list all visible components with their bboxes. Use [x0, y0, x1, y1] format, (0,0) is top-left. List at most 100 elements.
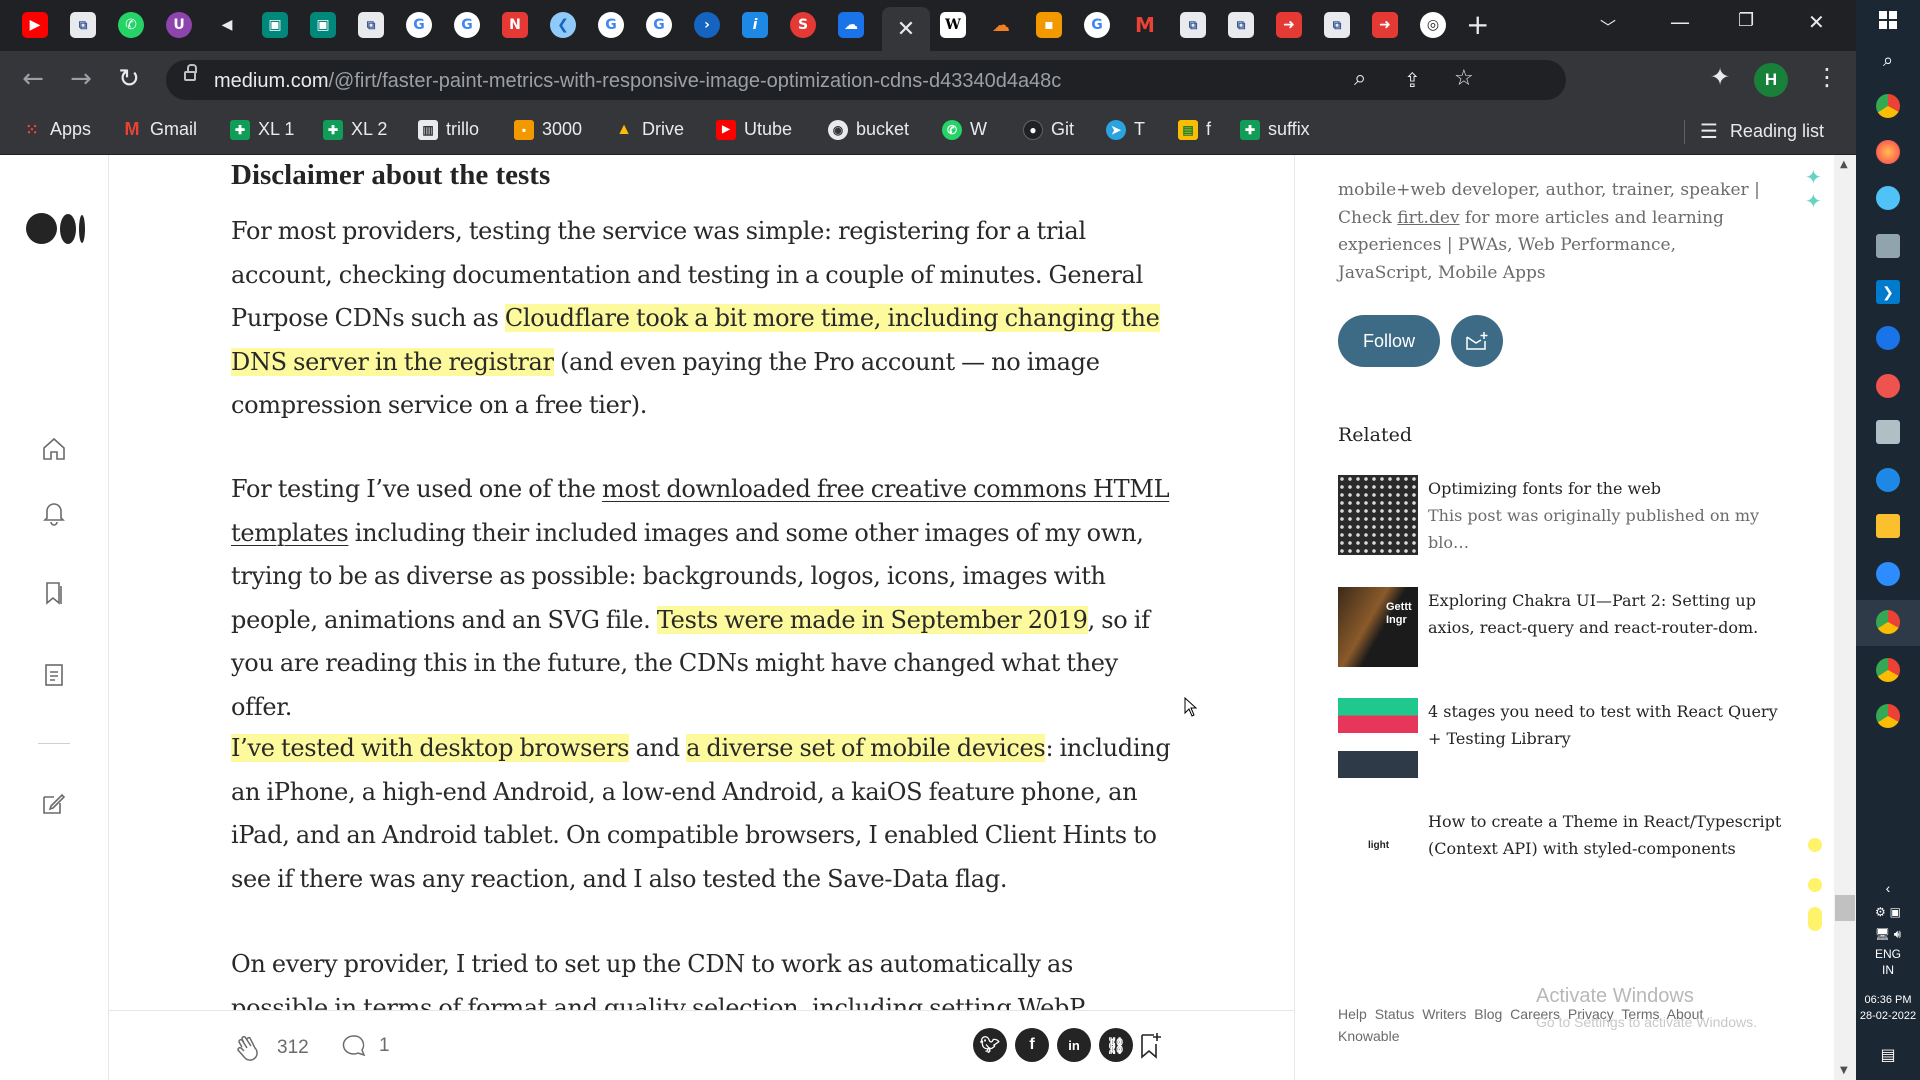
chrome-profile-icon-3[interactable]	[1876, 704, 1900, 728]
tab-orange[interactable]: ▪	[1036, 12, 1062, 38]
zoom-icon[interactable]: ⌕	[1354, 66, 1366, 91]
url-text[interactable]: medium.com/@firt/faster-paint-metrics-wi…	[214, 70, 1061, 93]
bookmark-3000[interactable]: ▪ 3000	[514, 119, 582, 140]
highlight[interactable]: I’ve tested with desktop browsers	[231, 734, 630, 762]
tab-cloud[interactable]: ☁	[838, 12, 864, 38]
tab-chrome[interactable]: ◎	[1420, 12, 1446, 38]
minimize-button[interactable]: —	[1670, 10, 1690, 34]
tab-google-2[interactable]: G	[454, 12, 480, 38]
language-indicator[interactable]: ENG IN	[1856, 946, 1920, 978]
tab-whatsapp[interactable]: ✆	[118, 12, 144, 38]
chevron-left-icon[interactable]: ‹	[1876, 876, 1900, 900]
maps-icon[interactable]	[1876, 326, 1900, 350]
extensions-icon[interactable]: ✦	[1710, 63, 1730, 91]
responses-button[interactable]: 1	[341, 1033, 390, 1059]
tab-page[interactable]: ⧉	[70, 12, 96, 38]
bookmark-drive[interactable]: ▲ Drive	[614, 119, 684, 140]
related-title[interactable]: How to create a Theme in React/Typescrip…	[1428, 808, 1788, 862]
highlight[interactable]: a diverse set of mobile devices	[686, 734, 1046, 762]
firt-dev-link[interactable]: firt.dev	[1397, 208, 1459, 228]
related-thumbnail[interactable]: Gettt Ingr	[1338, 587, 1418, 667]
bookmark-apps[interactable]: ⁙ Apps	[22, 119, 91, 140]
scroll-up-arrow-icon[interactable]: ▲	[1840, 159, 1848, 170]
forward-button[interactable]: →	[65, 63, 97, 95]
network-volume-icon[interactable]: 🖥︎ 🔊︎	[1868, 922, 1908, 946]
tab-google-4[interactable]: G	[646, 12, 672, 38]
windows-start-icon[interactable]	[1876, 8, 1900, 32]
bookmarks-icon[interactable]	[40, 579, 68, 607]
tab-s[interactable]: S	[790, 12, 816, 38]
write-icon[interactable]	[40, 789, 68, 817]
tab-search-icon[interactable]: ﹀	[1600, 14, 1616, 38]
medium-logo[interactable]	[26, 213, 85, 244]
tab-red-arrow[interactable]: ➜	[1276, 12, 1302, 38]
tray-icons[interactable]: ⚙ ▣	[1868, 900, 1908, 924]
twitter-share-button[interactable]: 🐦︎	[973, 1028, 1007, 1062]
lock-icon[interactable]	[184, 64, 197, 81]
footer-help[interactable]: Help	[1338, 1006, 1367, 1022]
save-bookmark-button[interactable]	[1137, 1030, 1165, 1065]
tab-page-3[interactable]: ⧉	[1180, 12, 1206, 38]
bookmark-xl2[interactable]: ✚ XL 2	[323, 119, 387, 140]
related-thumbnail[interactable]: light	[1338, 808, 1418, 888]
page-scrollbar[interactable]: ▲ ▼	[1834, 155, 1856, 1080]
restore-button[interactable]: ❐	[1738, 10, 1754, 31]
bookmark-t[interactable]: ➤ T	[1106, 119, 1145, 140]
app-icon[interactable]	[1876, 186, 1900, 210]
close-tab-icon[interactable]: ✕	[897, 17, 915, 42]
clock[interactable]: 06:36 PM 28-02-2022	[1856, 992, 1920, 1024]
copy-link-button[interactable]: ⛓	[1099, 1028, 1133, 1062]
tab-page-2[interactable]: ⧉	[358, 12, 384, 38]
profile-avatar[interactable]: H	[1754, 63, 1788, 97]
close-window-button[interactable]: ✕	[1808, 10, 1825, 34]
bookmark-gmail[interactable]: M Gmail	[122, 119, 198, 140]
reload-button[interactable]: ↻	[113, 63, 145, 95]
new-tab-button[interactable]: +	[1466, 8, 1489, 41]
tab-info[interactable]: i	[742, 12, 768, 38]
bookmark-star-icon[interactable]: ☆	[1454, 66, 1474, 91]
linkedin-share-button[interactable]: in	[1057, 1028, 1091, 1062]
notifications-icon[interactable]: ▤	[1876, 1042, 1900, 1066]
file-explorer-icon[interactable]	[1876, 514, 1900, 538]
home-icon[interactable]	[40, 435, 68, 463]
address-bar[interactable]: medium.com/@firt/faster-paint-metrics-wi…	[166, 60, 1566, 100]
search-icon[interactable]: ⌕	[1876, 48, 1900, 72]
tab-back[interactable]: ❮	[550, 12, 576, 38]
stories-icon[interactable]	[40, 661, 68, 689]
tab-cloudflare[interactable]: ☁	[988, 12, 1014, 38]
chrome-profile-icon[interactable]	[1876, 610, 1900, 634]
notes-icon[interactable]	[1876, 420, 1900, 444]
zoom-app-icon[interactable]	[1876, 562, 1900, 586]
tab-meet-2[interactable]: ▣	[310, 12, 336, 38]
subscribe-email-button[interactable]	[1451, 315, 1503, 367]
highlight[interactable]: Tests were made in September 2019	[656, 605, 1088, 634]
tab-audio[interactable]: ◀	[214, 12, 240, 38]
tab-google[interactable]: G	[406, 12, 432, 38]
chrome-profile-icon-2[interactable]	[1876, 658, 1900, 682]
related-title[interactable]: Optimizing fonts for the web	[1428, 479, 1661, 498]
tab-google-5[interactable]: G	[1084, 12, 1110, 38]
related-title[interactable]: 4 stages you need to test with React Que…	[1428, 698, 1788, 752]
bookmark-trillo[interactable]: ▥ trillo	[418, 119, 479, 140]
follow-button[interactable]: Follow	[1338, 315, 1440, 367]
tab-gmail[interactable]: M	[1132, 12, 1158, 38]
tab-red-arrow-2[interactable]: ➜	[1372, 12, 1398, 38]
facebook-share-button[interactable]: f	[1015, 1028, 1049, 1062]
active-tab[interactable]: ✕	[882, 7, 930, 51]
bookmark-utube[interactable]: ▶ Utube	[716, 119, 792, 140]
tab-page-5[interactable]: ⧉	[1324, 12, 1350, 38]
bookmark-suffix[interactable]: ✚ suffix	[1240, 119, 1310, 140]
tab-page-4[interactable]: ⧉	[1228, 12, 1254, 38]
chrome-icon[interactable]	[1876, 94, 1900, 118]
tab-blue-arrow[interactable]: ›	[694, 12, 720, 38]
related-title[interactable]: Exploring Chakra UI—Part 2: Setting up a…	[1428, 587, 1788, 641]
related-thumbnail[interactable]	[1338, 475, 1418, 555]
tab-meet[interactable]: ▣	[262, 12, 288, 38]
bookmark-bucket[interactable]: ◉ bucket	[828, 119, 909, 140]
reading-list-button[interactable]: ☰ Reading list	[1700, 119, 1824, 143]
bookmark-git[interactable]: ● Git	[1023, 119, 1074, 140]
app-icon-2[interactable]	[1876, 374, 1900, 398]
back-button[interactable]: ←	[17, 63, 49, 95]
related-thumbnail[interactable]	[1338, 698, 1418, 778]
footer-knowable[interactable]: Knowable	[1338, 1028, 1400, 1044]
